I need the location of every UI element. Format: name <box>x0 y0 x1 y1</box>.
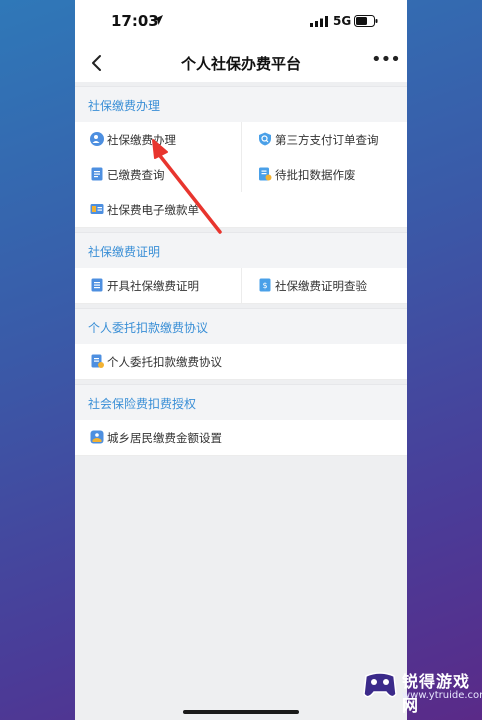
menu-item-issue-certificate[interactable]: 开具社保缴费证明 <box>75 268 241 303</box>
shield-search-icon <box>259 132 271 146</box>
menu-item-label: 待批扣数据作废 <box>275 168 356 182</box>
menu-item-label: 社保缴费办理 <box>107 133 176 147</box>
document-clock-icon <box>259 167 272 181</box>
payment-slip-icon <box>90 204 104 214</box>
section-header: 社保缴费办理 <box>75 86 407 123</box>
agreement-icon <box>91 354 104 368</box>
menu-row: 社保费电子缴款单 <box>75 192 407 228</box>
menu-item-verify-certificate[interactable]: $ 社保缴费证明查验 <box>241 268 407 303</box>
section-header: 社会保险费扣费授权 <box>75 384 407 421</box>
menu-item-label: 城乡居民缴费金额设置 <box>107 431 222 445</box>
menu-row: 个人委托扣款缴费协议 <box>75 344 407 380</box>
menu-item-void-pending[interactable]: 待批扣数据作废 <box>241 157 407 192</box>
network-type: 5G <box>333 14 352 28</box>
status-bar: 17:03 5G <box>75 0 407 44</box>
section-title: 个人委托扣款缴费协议 <box>88 321 209 335</box>
phone-screen: 17:03 5G 个人社保办费平台 ••• 社保缴费办理 社保缴费办理 第三方支… <box>75 0 407 720</box>
menu-item-label: 社保费电子缴款单 <box>107 203 199 217</box>
gamepad-logo-icon <box>363 672 397 698</box>
battery-icon <box>354 15 378 27</box>
page-title: 个人社保办费平台 <box>180 55 301 73</box>
person-payment-icon <box>90 132 104 146</box>
amount-setting-icon <box>90 430 104 444</box>
menu-item-debit-agreement[interactable]: 个人委托扣款缴费协议 <box>75 344 407 379</box>
section-agreement: 个人委托扣款缴费协议 <box>75 308 407 345</box>
section-payment: 社保缴费办理 <box>75 86 407 123</box>
section-title: 社保缴费办理 <box>88 99 161 113</box>
menu-item-label: 第三方支付订单查询 <box>275 133 379 147</box>
signal-icon <box>310 16 328 27</box>
nav-bar: 个人社保办费平台 ••• <box>75 44 407 82</box>
menu-item-label: 开具社保缴费证明 <box>107 279 199 293</box>
verify-document-icon: $ <box>259 278 271 292</box>
section-title: 社会保险费扣费授权 <box>88 397 197 411</box>
section-certificate: 社保缴费证明 <box>75 232 407 269</box>
menu-item-third-party-order[interactable]: 第三方支付订单查询 <box>241 122 407 157</box>
location-arrow-icon <box>153 15 163 25</box>
menu-item-payment[interactable]: 社保缴费办理 <box>75 122 241 157</box>
menu-item-amount-setting[interactable]: 城乡居民缴费金额设置 <box>75 420 407 455</box>
menu-row: 社保缴费办理 第三方支付订单查询 <box>75 122 407 158</box>
section-header: 个人委托扣款缴费协议 <box>75 308 407 345</box>
home-indicator <box>183 710 299 714</box>
document-list-icon <box>91 167 103 181</box>
section-header: 社保缴费证明 <box>75 232 407 269</box>
more-options-icon[interactable]: ••• <box>371 51 401 73</box>
menu-item-label: 社保缴费证明查验 <box>275 279 367 293</box>
menu-item-e-payment-slip[interactable]: 社保费电子缴款单 <box>75 192 241 227</box>
menu-item-paid-query[interactable]: 已缴费查询 <box>75 157 241 192</box>
section-title: 社保缴费证明 <box>88 245 161 259</box>
watermark: 锐得游戏网 www.ytruide.com <box>354 654 482 720</box>
menu-row: 开具社保缴费证明 $ 社保缴费证明查验 <box>75 268 407 304</box>
certificate-icon <box>91 278 103 292</box>
menu-item-label: 个人委托扣款缴费协议 <box>107 355 222 369</box>
watermark-url: www.ytruide.com <box>402 690 482 701</box>
menu-row: 已缴费查询 待批扣数据作废 <box>75 157 407 193</box>
section-authorization: 社会保险费扣费授权 <box>75 384 407 421</box>
menu-item-label: 已缴费查询 <box>107 168 165 182</box>
menu-row: 城乡居民缴费金额设置 <box>75 420 407 456</box>
svg-text:$: $ <box>262 281 267 290</box>
